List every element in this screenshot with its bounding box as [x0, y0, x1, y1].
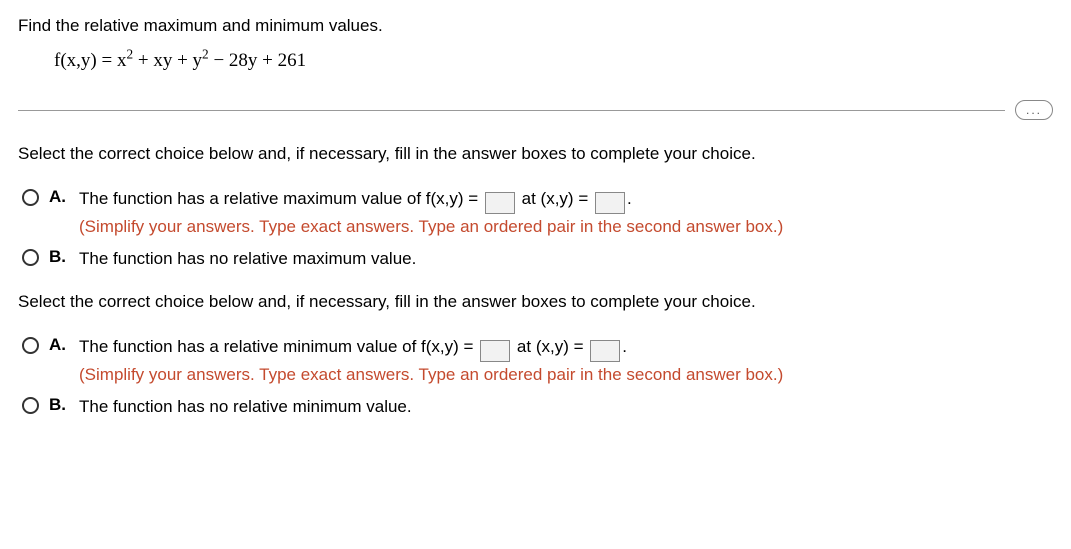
radio-min-a[interactable]	[22, 337, 39, 354]
instruction-min: Select the correct choice below and, if …	[18, 292, 1053, 312]
choice-body-max-a: The function has a relative maximum valu…	[79, 186, 1053, 240]
choice-body-min-a: The function has a relative minimum valu…	[79, 334, 1053, 388]
choice-label-max-b: B.	[49, 246, 69, 267]
radio-min-b[interactable]	[22, 397, 39, 414]
question-prompt: Find the relative maximum and minimum va…	[18, 16, 1053, 36]
more-options-button[interactable]: ...	[1015, 100, 1053, 120]
choice-min-b-row: B. The function has no relative minimum …	[22, 394, 1053, 420]
choice-label-max-a: A.	[49, 186, 69, 207]
text-max-a-mid: at (x,y) =	[517, 189, 593, 208]
choice-label-min-b: B.	[49, 394, 69, 415]
text-min-a-mid: at (x,y) =	[512, 337, 588, 356]
note-min-a: (Simplify your answers. Type exact answe…	[79, 365, 783, 384]
choice-body-min-b: The function has no relative minimum val…	[79, 394, 1053, 420]
input-max-value[interactable]	[485, 192, 515, 214]
text-max-a-after: .	[627, 189, 632, 208]
note-max-a: (Simplify your answers. Type exact answe…	[79, 217, 783, 236]
choice-label-min-a: A.	[49, 334, 69, 355]
text-min-a-before: The function has a relative minimum valu…	[79, 337, 478, 356]
section-divider: ...	[18, 100, 1053, 120]
choice-min-a-row: A. The function has a relative minimum v…	[22, 334, 1053, 388]
input-max-point[interactable]	[595, 192, 625, 214]
text-min-a-after: .	[622, 337, 627, 356]
divider-line	[18, 110, 1005, 111]
radio-max-a[interactable]	[22, 189, 39, 206]
function-formula: f(x,y) = x2 + xy + y2 − 28y + 261	[54, 50, 1053, 72]
instruction-max: Select the correct choice below and, if …	[18, 144, 1053, 164]
choice-max-a-row: A. The function has a relative maximum v…	[22, 186, 1053, 240]
radio-max-b[interactable]	[22, 249, 39, 266]
input-min-point[interactable]	[590, 340, 620, 362]
choice-body-max-b: The function has no relative maximum val…	[79, 246, 1053, 272]
choice-max-b-row: B. The function has no relative maximum …	[22, 246, 1053, 272]
input-min-value[interactable]	[480, 340, 510, 362]
text-max-a-before: The function has a relative maximum valu…	[79, 189, 483, 208]
